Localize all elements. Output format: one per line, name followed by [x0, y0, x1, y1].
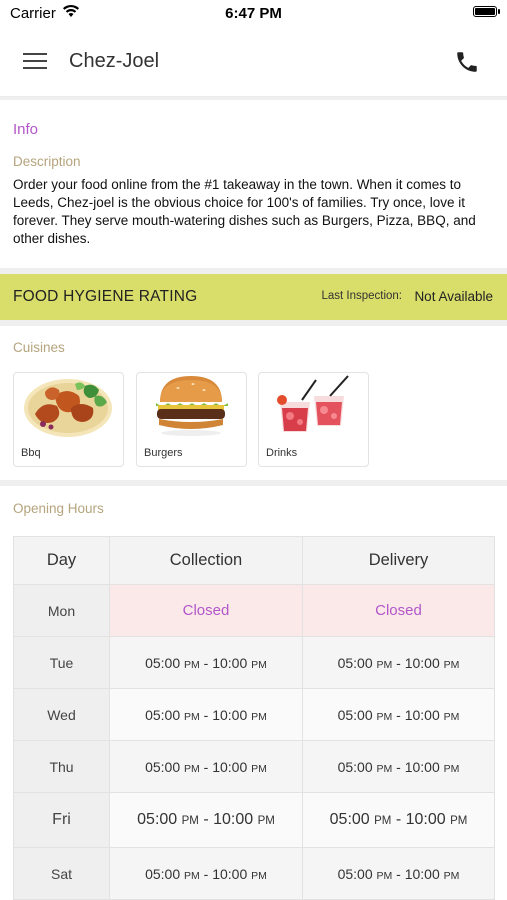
delivery-cell: 05:00 PM - 10:00 PM [302, 740, 495, 793]
table-row: Tue 05:00 PM - 10:00 PM 05:00 PM - 10:00… [13, 636, 495, 689]
info-heading: Info [13, 121, 39, 138]
table-row: Sat 05:00 PM - 10:00 PM 05:00 PM - 10:00… [13, 847, 495, 900]
collection-cell: 05:00 PM - 10:00 PM [109, 636, 303, 689]
collection-cell: 05:00 PM - 10:00 PM [109, 740, 303, 793]
cuisine-label: Drinks [266, 447, 298, 459]
opening-hours-section: Opening Hours Day Collection Delivery Mo… [0, 486, 507, 900]
clock-time: 6:47 PM [225, 5, 282, 22]
last-inspection-label: Last Inspection: [321, 290, 402, 302]
food-hygiene-rating-bar: FOOD HYGIENE RATING Last Inspection: Not… [0, 274, 507, 320]
last-inspection-value: Not Available [414, 289, 493, 304]
cuisines-label: Cuisines [13, 340, 65, 355]
column-header-collection: Collection [109, 536, 303, 585]
opening-hours-table: Day Collection Delivery Mon Closed Close… [13, 536, 495, 900]
cuisines-section: Cuisines Bbq Burgers Drinks [0, 326, 507, 480]
day-cell: Wed [13, 688, 110, 741]
cuisine-card-burgers[interactable]: Burgers [136, 372, 247, 467]
hamburger-menu-icon[interactable] [23, 52, 47, 70]
collection-cell: 05:00 PM - 10:00 PM [109, 688, 303, 741]
table-row-current-day: Fri 05:00 PM - 10:00 PM 05:00 PM - 10:00… [13, 792, 495, 848]
burger-image [156, 376, 228, 436]
collection-cell: 05:00 PM - 10:00 PM [109, 847, 303, 900]
delivery-cell: 05:00 PM - 10:00 PM [302, 688, 495, 741]
delivery-cell: 05:00 PM - 10:00 PM [302, 847, 495, 900]
navigation-bar: Chez-Joel [0, 30, 507, 97]
cuisine-card-bbq[interactable]: Bbq [13, 372, 124, 467]
info-section: Info Description Order your food online … [0, 100, 507, 268]
status-bar: Carrier 6:47 PM [0, 0, 507, 30]
cuisine-label: Bbq [21, 447, 41, 459]
table-row: Wed 05:00 PM - 10:00 PM 05:00 PM - 10:00… [13, 688, 495, 741]
column-header-day: Day [13, 536, 110, 585]
column-header-delivery: Delivery [302, 536, 495, 585]
opening-hours-label: Opening Hours [13, 501, 104, 516]
day-cell: Fri [13, 792, 110, 848]
table-row: Mon Closed Closed [13, 584, 495, 637]
day-cell: Sat [13, 847, 110, 900]
cuisine-card-drinks[interactable]: Drinks [258, 372, 369, 467]
phone-icon[interactable] [454, 49, 480, 75]
delivery-cell: 05:00 PM - 10:00 PM [302, 792, 495, 848]
day-cell: Thu [13, 740, 110, 793]
battery-icon [473, 6, 500, 17]
collection-cell: Closed [109, 584, 303, 637]
collection-cell: 05:00 PM - 10:00 PM [109, 792, 303, 848]
bbq-chicken-wings-image [24, 379, 112, 437]
description-text: Order your food online from the #1 takea… [13, 177, 476, 246]
description-label: Description [13, 154, 81, 169]
day-cell: Mon [13, 584, 110, 637]
hygiene-title: FOOD HYGIENE RATING [13, 288, 198, 305]
table-header-row: Day Collection Delivery [13, 536, 495, 585]
delivery-cell: Closed [302, 584, 495, 637]
table-row: Thu 05:00 PM - 10:00 PM 05:00 PM - 10:00… [13, 740, 495, 793]
delivery-cell: 05:00 PM - 10:00 PM [302, 636, 495, 689]
day-cell: Tue [13, 636, 110, 689]
restaurant-title: Chez-Joel [69, 50, 160, 72]
red-drinks-image [277, 375, 349, 432]
cuisine-label: Burgers [144, 447, 183, 459]
